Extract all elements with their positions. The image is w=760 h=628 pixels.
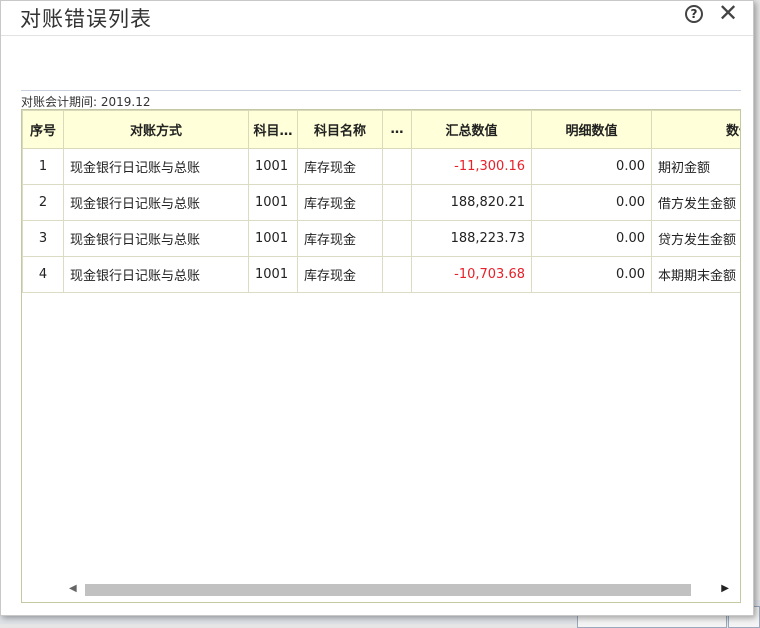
cell-method: 现金银行日记账与总账 [63, 148, 249, 185]
table-row[interactable]: 3 现金银行日记账与总账 1001 库存现金 188,223.73 0.00 贷… [22, 220, 740, 257]
scroll-left-icon[interactable]: ◀ [69, 583, 77, 594]
cell-detail: 0.00 [531, 148, 652, 185]
cell-summary: 188,820.21 [411, 184, 532, 221]
cell-type: 本期期末金额 [651, 256, 740, 293]
cell-extra [382, 256, 412, 293]
scroll-thumb[interactable] [85, 584, 691, 596]
cell-method: 现金银行日记账与总账 [63, 256, 249, 293]
dialog-titlebar: 对账错误列表 ? ✕ [1, 1, 753, 36]
col-header-code[interactable]: 科目… [248, 110, 298, 149]
col-header-method[interactable]: 对账方式 [63, 110, 249, 149]
horizontal-scrollbar[interactable]: ◀ ▶ [23, 581, 739, 598]
col-header-more[interactable]: … [382, 110, 412, 149]
cell-type: 期初金额 [651, 148, 740, 185]
cell-summary: -10,703.68 [411, 256, 532, 293]
cell-detail: 0.00 [531, 220, 652, 257]
table-row[interactable]: 2 现金银行日记账与总账 1001 库存现金 188,820.21 0.00 借… [22, 184, 740, 221]
col-header-name[interactable]: 科目名称 [297, 110, 383, 149]
cell-extra [382, 184, 412, 221]
table-row[interactable]: 1 现金银行日记账与总账 1001 库存现金 -11,300.16 0.00 期… [22, 148, 740, 185]
cell-name: 库存现金 [297, 148, 383, 185]
cell-code: 1001 [248, 148, 298, 185]
cell-code: 1001 [248, 256, 298, 293]
cell-summary: 188,223.73 [411, 220, 532, 257]
cell-name: 库存现金 [297, 256, 383, 293]
cell-name: 库存现金 [297, 184, 383, 221]
cell-no: 4 [22, 256, 64, 293]
cell-extra [382, 220, 412, 257]
error-grid: 序号 对账方式 科目… 科目名称 … 汇总数值 明细数值 数值类型 1 现金银行… [21, 109, 741, 603]
cell-method: 现金银行日记账与总账 [63, 220, 249, 257]
cell-code: 1001 [248, 184, 298, 221]
table-row[interactable]: 4 现金银行日记账与总账 1001 库存现金 -10,703.68 0.00 本… [22, 256, 740, 293]
col-header-no[interactable]: 序号 [22, 110, 64, 149]
cell-method: 现金银行日记账与总账 [63, 184, 249, 221]
col-header-detail[interactable]: 明细数值 [531, 110, 652, 149]
col-header-type[interactable]: 数值类型 [651, 110, 740, 149]
cell-name: 库存现金 [297, 220, 383, 257]
help-icon[interactable]: ? [685, 5, 703, 23]
cell-type: 贷方发生金额 [651, 220, 740, 257]
cell-detail: 0.00 [531, 256, 652, 293]
cell-no: 2 [22, 184, 64, 221]
col-header-summary[interactable]: 汇总数值 [411, 110, 532, 149]
cell-code: 1001 [248, 220, 298, 257]
cell-type: 借方发生金额 [651, 184, 740, 221]
error-list-dialog: 对账错误列表 ? ✕ 对账会计期间: 2019.12 序号 对账方式 科目… 科… [0, 0, 754, 616]
close-icon[interactable]: ✕ [718, 1, 738, 25]
grid-header-row: 序号 对账方式 科目… 科目名称 … 汇总数值 明细数值 数值类型 [22, 110, 740, 149]
separator-line [21, 90, 741, 91]
scroll-right-icon[interactable]: ▶ [721, 583, 729, 594]
cell-no: 1 [22, 148, 64, 185]
accounting-period-label: 对账会计期间: 2019.12 [21, 95, 151, 109]
cell-summary: -11,300.16 [411, 148, 532, 185]
cell-no: 3 [22, 220, 64, 257]
cell-extra [382, 148, 412, 185]
dialog-title: 对账错误列表 [20, 7, 152, 31]
cell-detail: 0.00 [531, 184, 652, 221]
